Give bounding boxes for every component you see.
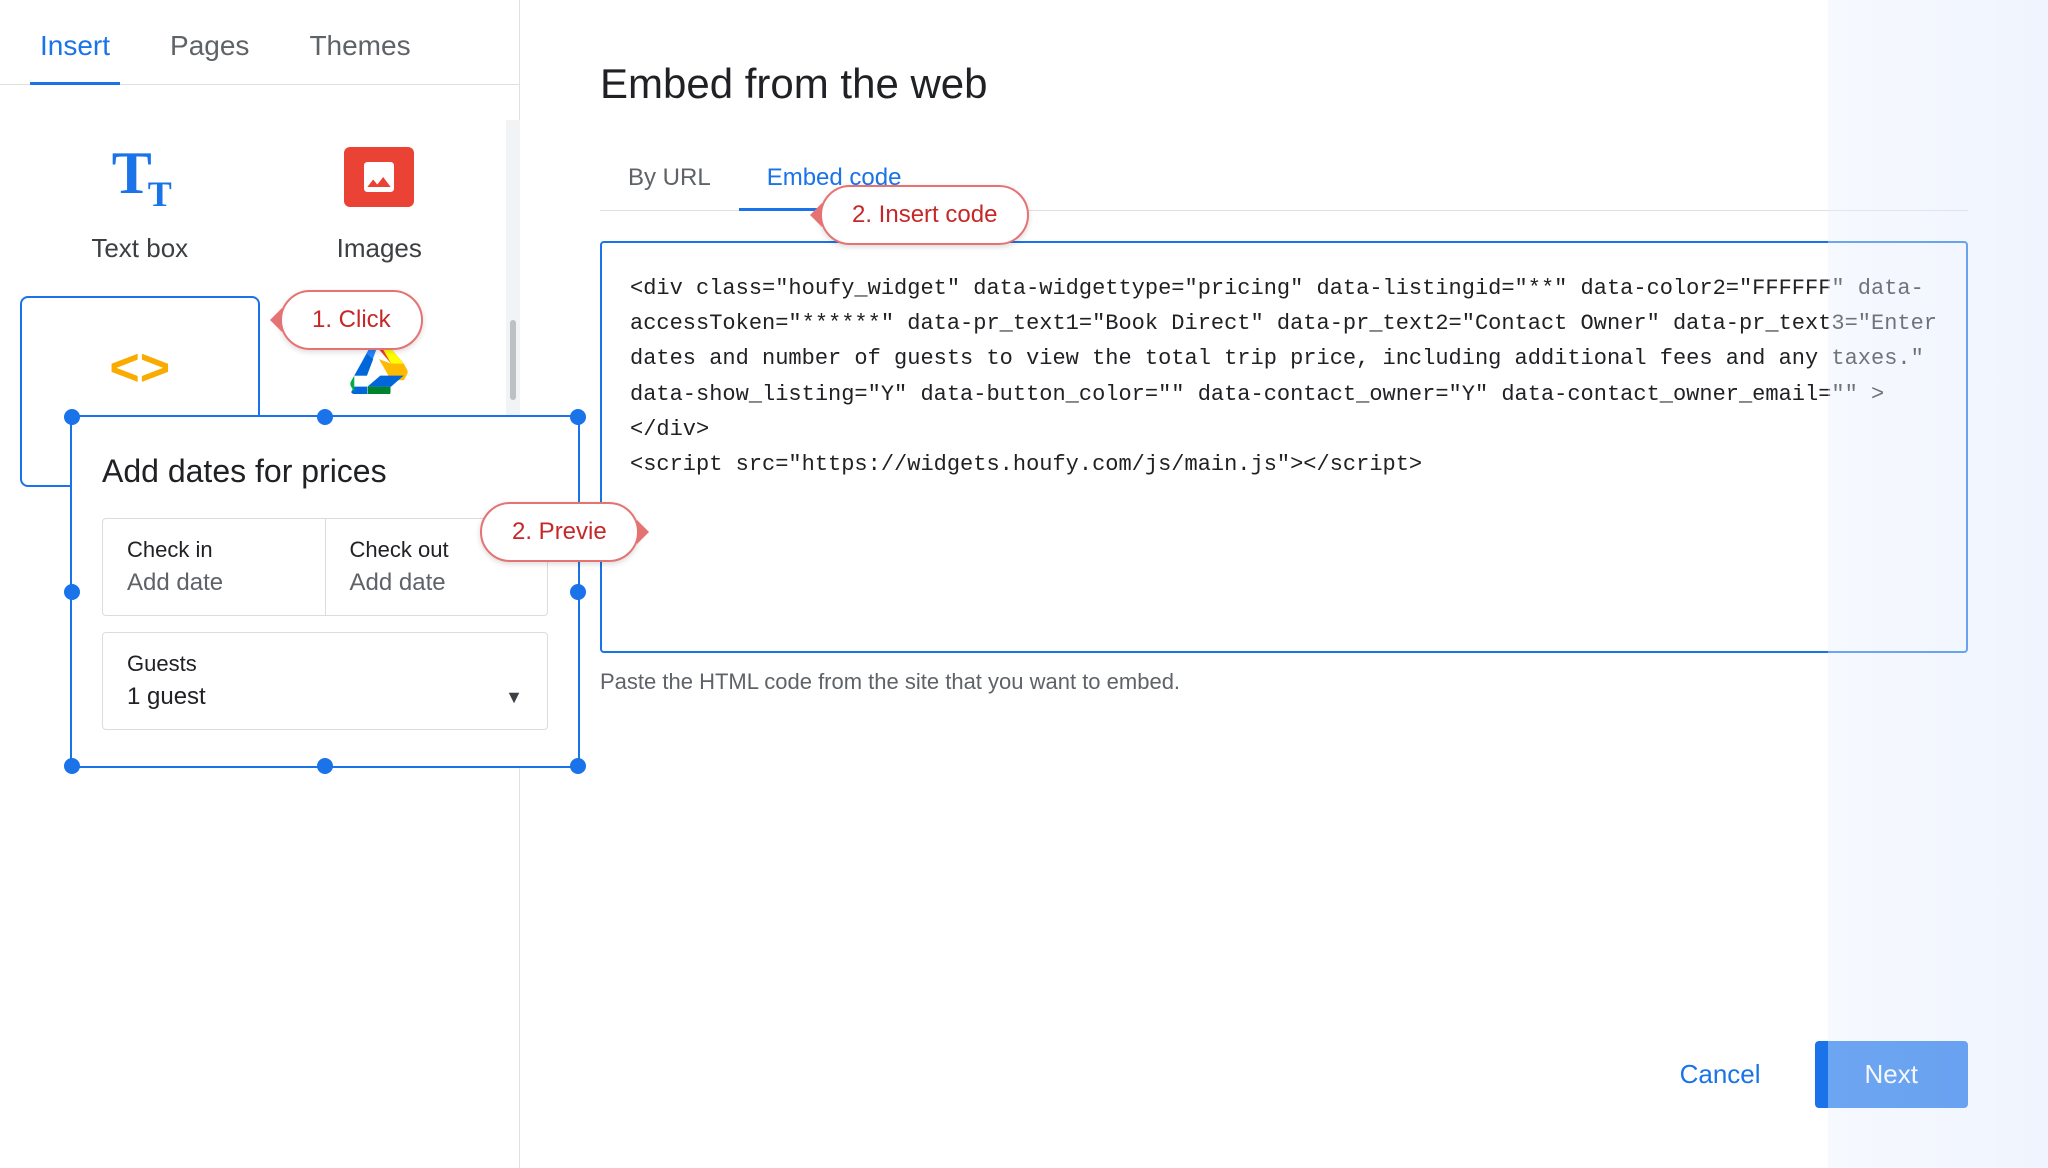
checkin-cell[interactable]: Check in Add date — [103, 519, 326, 615]
scroll-thumb — [510, 320, 516, 400]
guests-row: 1 guest ▼ — [127, 683, 523, 711]
images-icon-area — [339, 137, 419, 217]
resize-handle-mr[interactable] — [570, 584, 586, 600]
resize-handle-ml[interactable] — [64, 584, 80, 600]
dialog-tabs: By URL Embed code — [600, 148, 1968, 211]
widget-content: Add dates for prices Check in Add date C… — [72, 417, 578, 766]
scrollbar[interactable] — [506, 120, 520, 420]
bubble-insert-code: 2. Insert code — [820, 185, 1029, 245]
guests-label: Guests — [127, 651, 523, 677]
dialog-title: Embed from the web — [600, 60, 1968, 108]
resize-handle-tl[interactable] — [64, 409, 80, 425]
embed-icon: <> — [109, 338, 170, 398]
resize-handle-tm[interactable] — [317, 409, 333, 425]
tab-insert[interactable]: Insert — [30, 0, 120, 85]
bubble-preview: 2. Previe — [480, 502, 639, 562]
bubble-click: 1. Click — [280, 290, 423, 350]
code-input-box: <div class="houfy_widget" data-widgettyp… — [600, 241, 1968, 653]
guests-value: 1 guest — [127, 683, 206, 711]
tab-pages[interactable]: Pages — [160, 0, 259, 85]
textbox-label: Text box — [91, 233, 188, 264]
checkout-value: Add date — [350, 569, 524, 597]
cancel-button[interactable]: Cancel — [1656, 1041, 1785, 1108]
embed-icon-area: <> — [100, 328, 180, 408]
checkin-value: Add date — [127, 569, 301, 597]
tab-themes[interactable]: Themes — [299, 0, 420, 85]
code-hint: Paste the HTML code from the site that y… — [600, 669, 1968, 695]
dialog-buttons: Cancel Next — [600, 1041, 1968, 1108]
embed-dialog: Embed from the web By URL Embed code <di… — [520, 0, 2048, 1168]
widget-preview-wrapper: Add dates for prices Check in Add date C… — [70, 415, 580, 768]
textbox-icon-area: TT — [100, 137, 180, 217]
images-icon — [344, 147, 414, 207]
textbox-icon: TT — [112, 139, 168, 215]
images-label: Images — [337, 233, 422, 264]
dialog-tab-url[interactable]: By URL — [600, 148, 739, 211]
chevron-down-icon: ▼ — [505, 687, 523, 708]
checkin-label: Check in — [127, 537, 301, 563]
guests-section[interactable]: Guests 1 guest ▼ — [102, 632, 548, 730]
insert-item-images[interactable]: Images — [260, 105, 500, 296]
resize-handle-tr[interactable] — [570, 409, 586, 425]
widget-preview: Add dates for prices Check in Add date C… — [70, 415, 580, 768]
background-decoration — [1828, 0, 2048, 1168]
resize-handle-br[interactable] — [570, 758, 586, 774]
widget-title: Add dates for prices — [102, 453, 548, 490]
resize-handle-bm[interactable] — [317, 758, 333, 774]
embed-code-textarea[interactable]: <div class="houfy_widget" data-widgettyp… — [630, 271, 1938, 611]
insert-item-textbox[interactable]: TT Text box — [20, 105, 260, 296]
left-panel-tabs: Insert Pages Themes — [0, 0, 519, 85]
resize-handle-bl[interactable] — [64, 758, 80, 774]
